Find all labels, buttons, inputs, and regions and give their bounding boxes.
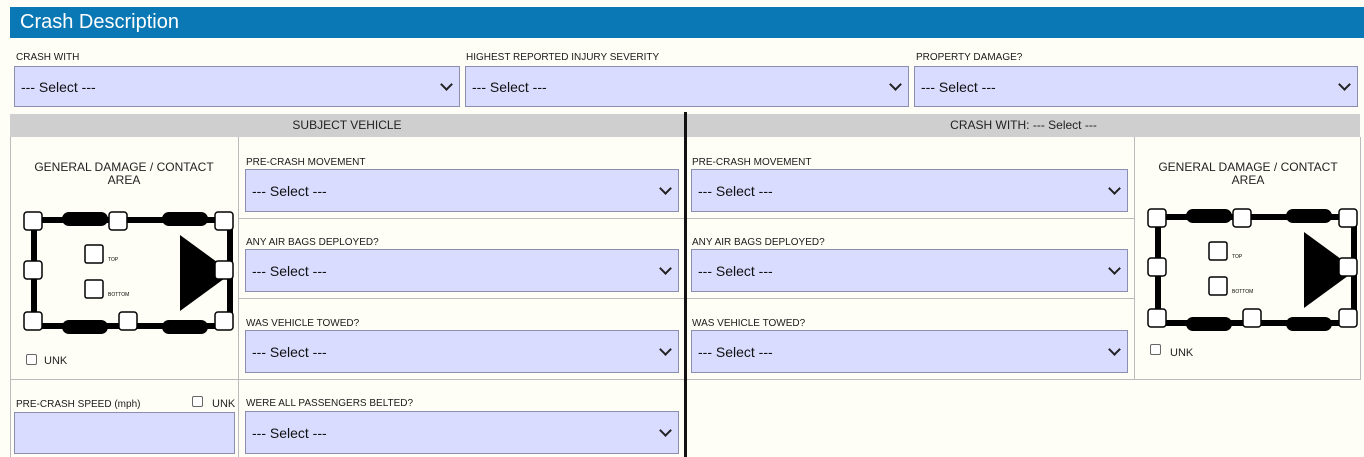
other-unk-checkbox[interactable] [1150,344,1161,355]
property-damage-select[interactable]: --- Select --- [914,66,1358,107]
crash-with-value: --- Select --- [21,78,96,95]
wheel-icon [62,320,108,334]
svg-text:BOTTOM: BOTTOM [108,292,129,298]
svg-text:TOP: TOP [1232,254,1243,260]
speed-unk-checkbox[interactable] [192,396,203,407]
wheel-icon [162,212,208,226]
vehicle-diagram-icon: TOP BOTTOM [1147,208,1358,331]
chevron-down-icon [659,261,672,275]
select-value: --- Select --- [252,343,327,360]
wheel-icon [162,320,208,334]
select-value: --- Select --- [698,343,773,360]
divider [10,379,684,380]
divider [238,218,684,219]
other-damage-area-title: GENERAL DAMAGE / CONTACT AREA [1158,160,1338,187]
vehicle-diagram-icon: TOP BOTTOM [23,211,234,334]
injury-severity-value: --- Select --- [472,78,547,95]
crash-with-band: CRASH WITH: --- Select --- [687,114,1360,137]
select-value: --- Select --- [698,262,773,279]
divider [10,137,11,457]
other-pre-crash-movement-select[interactable]: --- Select --- [691,169,1128,212]
select-value: --- Select --- [252,182,327,199]
other-pre-crash-movement-label: PRE-CRASH MOVEMENT [692,157,812,168]
svg-text:BOTTOM: BOTTOM [1232,289,1253,295]
chevron-down-icon [659,342,672,356]
chevron-down-icon [659,181,672,195]
chevron-down-icon [1108,342,1121,356]
chevron-down-icon [1108,261,1121,275]
pre-crash-speed-input[interactable] [14,412,235,454]
other-unk-label: UNK [1170,347,1194,359]
air-bags-label: ANY AIR BAGS DEPLOYED? [246,237,379,248]
other-air-bags-select[interactable]: --- Select --- [691,249,1128,292]
select-value: --- Select --- [698,182,773,199]
divider [687,298,1134,299]
property-damage-label: PROPERTY DAMAGE? [916,52,1023,63]
subject-vehicle-band: SUBJECT VEHICLE [10,114,684,137]
divider [1134,137,1135,380]
svg-text:TOP: TOP [108,257,119,263]
damage-area-title: GENERAL DAMAGE / CONTACT AREA [34,160,214,187]
chevron-down-icon [659,423,672,437]
wheel-icon [1286,209,1332,223]
wheel-icon [1286,317,1332,331]
unk-checkbox[interactable] [26,354,37,365]
vehicle-divider [684,112,687,457]
unk-label: UNK [44,355,68,367]
property-damage-value: --- Select --- [921,78,996,95]
air-bags-select[interactable]: --- Select --- [245,249,679,292]
crash-with-select[interactable]: --- Select --- [14,66,460,107]
chevron-down-icon [889,77,902,91]
speed-unk-label: UNK [212,398,236,410]
belted-label: WERE ALL PASSENGERS BELTED? [246,398,414,409]
divider [238,298,684,299]
pre-crash-speed-label: PRE-CRASH SPEED (mph) [16,399,141,410]
section-header: Crash Description [10,7,1364,38]
select-value: --- Select --- [252,262,327,279]
wheel-icon [62,212,108,226]
divider [238,137,239,457]
select-value: --- Select --- [252,424,327,441]
pre-crash-movement-label: PRE-CRASH MOVEMENT [246,157,366,168]
towed-select[interactable]: --- Select --- [245,330,679,373]
chevron-down-icon [1108,181,1121,195]
divider [687,218,1134,219]
belted-select[interactable]: --- Select --- [245,411,679,454]
other-air-bags-label: ANY AIR BAGS DEPLOYED? [692,237,825,248]
wheel-icon [1186,209,1232,223]
towed-label: WAS VEHICLE TOWED? [246,318,360,329]
chevron-down-icon [440,77,453,91]
chevron-down-icon [1338,77,1351,91]
divider [687,379,1360,380]
wheel-icon [1186,317,1232,331]
crash-with-label: CRASH WITH [16,52,80,63]
injury-severity-select[interactable]: --- Select --- [465,66,909,107]
injury-severity-label: HIGHEST REPORTED INJURY SEVERITY [466,52,660,63]
pre-crash-movement-select[interactable]: --- Select --- [245,169,679,212]
other-towed-label: WAS VEHICLE TOWED? [692,318,806,329]
other-towed-select[interactable]: --- Select --- [691,330,1128,373]
